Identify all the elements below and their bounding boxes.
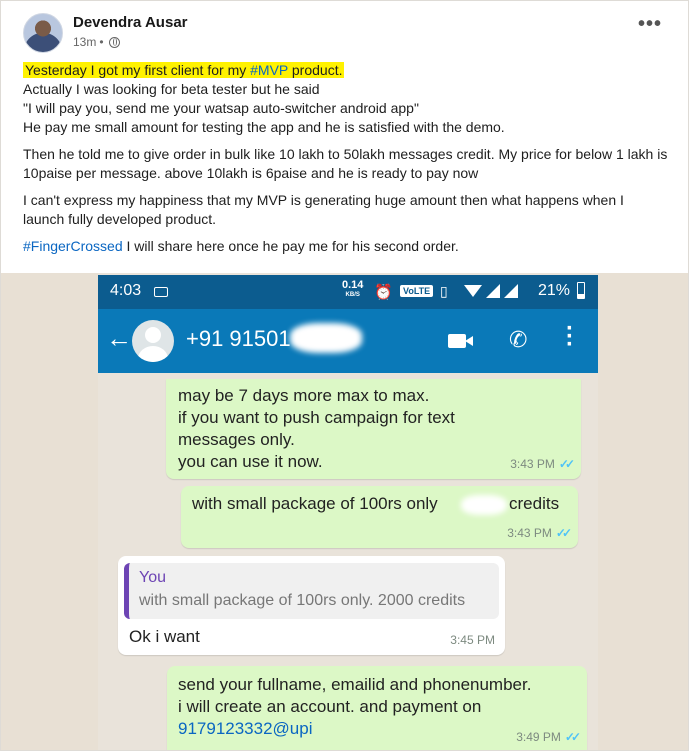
wifi-icon: [464, 285, 482, 297]
read-ticks-icon: ✓✓: [555, 526, 572, 540]
signal-icon-2: [504, 284, 518, 298]
quoted-message[interactable]: You with small package of 100rs only. 20…: [124, 563, 499, 619]
message-time: 3:43 PM ✓✓: [510, 453, 575, 475]
back-arrow-icon[interactable]: ←: [106, 323, 132, 354]
message-time: 3:49 PM ✓✓: [516, 726, 581, 748]
read-ticks-icon: ✓✓: [564, 730, 581, 744]
contact-avatar-icon[interactable]: [132, 320, 174, 362]
quoted-text: with small package of 100rs only. 2000 c…: [139, 592, 466, 609]
paragraph-1-line-4: He pay me small amount for testing the a…: [23, 119, 505, 135]
upi-id-link[interactable]: 9179123332@upi: [178, 718, 531, 740]
network-speed: 0.14 KB/S: [342, 279, 364, 299]
hashtag-mvp[interactable]: #MVP: [250, 62, 288, 78]
message-text-end: credits: [509, 494, 560, 513]
message-text: may be 7 days more max to max. if you wa…: [178, 386, 455, 471]
paragraph-1-line-2: Actually I was looking for beta tester b…: [23, 81, 320, 97]
author-name[interactable]: Devendra Ausar: [73, 14, 188, 31]
paragraph-1: Yesterday I got my first client for my #…: [23, 61, 668, 137]
attached-screenshot[interactable]: 4:03 0.14 KB/S ⏰ VoLTE ▯ 21% ← +91 91501 …: [1, 273, 688, 750]
more-options-icon[interactable]: •••: [638, 14, 662, 34]
message-time: 3:43 PM ✓✓: [507, 522, 572, 544]
phone-call-icon[interactable]: ✆: [509, 327, 527, 353]
redacted-number: [290, 323, 362, 353]
message-text: send your fullname, emailid and phonenum…: [178, 675, 532, 740]
quoted-sender: You: [139, 569, 166, 586]
message-bubble[interactable]: with small package of 100rs only credits…: [181, 486, 578, 548]
paragraph-4: #FingerCrossed I will share here once he…: [23, 238, 459, 254]
video-call-icon[interactable]: [448, 334, 473, 348]
sim-icon: [154, 287, 168, 297]
message-bubble[interactable]: may be 7 days more max to max. if you wa…: [166, 379, 581, 479]
message-bubble[interactable]: You with small package of 100rs only. 20…: [118, 556, 505, 655]
post-time: 13m: [73, 35, 97, 49]
paragraph-3: I can't express my happiness that my MVP…: [23, 192, 624, 227]
paragraph-2: Then he told me to give order in bulk li…: [23, 146, 668, 181]
message-bubble[interactable]: send your fullname, emailid and phonenum…: [167, 666, 587, 750]
paragraph-1-line-3: "I will pay you, send me your watsap aut…: [23, 100, 419, 116]
phone-status-bar: 4:03 0.14 KB/S ⏰ VoLTE ▯ 21%: [98, 275, 598, 309]
message-text: Ok i want: [129, 627, 200, 646]
message-time: 3:45 PM: [450, 633, 495, 647]
screenshot-margin-right: [598, 273, 688, 750]
post-header: Devendra Ausar 13m • •••: [23, 11, 668, 55]
read-ticks-icon: ✓✓: [558, 457, 575, 471]
volte-badge: VoLTE: [400, 285, 434, 297]
alarm-icon: ⏰: [374, 284, 393, 301]
screenshot-margin-left: [1, 273, 98, 750]
post-card: Devendra Ausar 13m • ••• Yesterday I got…: [0, 0, 689, 751]
menu-kebab-icon[interactable]: · · ·: [566, 317, 574, 357]
contact-number[interactable]: +91 91501: [186, 326, 291, 352]
meta-dot: •: [99, 35, 104, 49]
vibrate-icon: ▯: [440, 283, 448, 299]
hashtag-fingercrossed[interactable]: #FingerCrossed: [23, 238, 123, 254]
redacted-amount: [461, 495, 507, 515]
globe-icon: [108, 36, 120, 48]
post-meta: 13m •: [73, 35, 120, 49]
battery-icon: [577, 282, 585, 299]
battery-percent: 21%: [538, 282, 571, 299]
message-text: with small package of 100rs only: [192, 494, 438, 513]
author-avatar[interactable]: [23, 13, 63, 53]
post-body: Yesterday I got my first client for my #…: [23, 61, 668, 264]
chat-app-bar: ← +91 91501 ✆ · · ·: [98, 309, 598, 373]
signal-icon: [486, 284, 500, 298]
highlighted-sentence: Yesterday I got my first client for my #…: [23, 62, 345, 78]
status-time: 4:03: [110, 282, 142, 299]
